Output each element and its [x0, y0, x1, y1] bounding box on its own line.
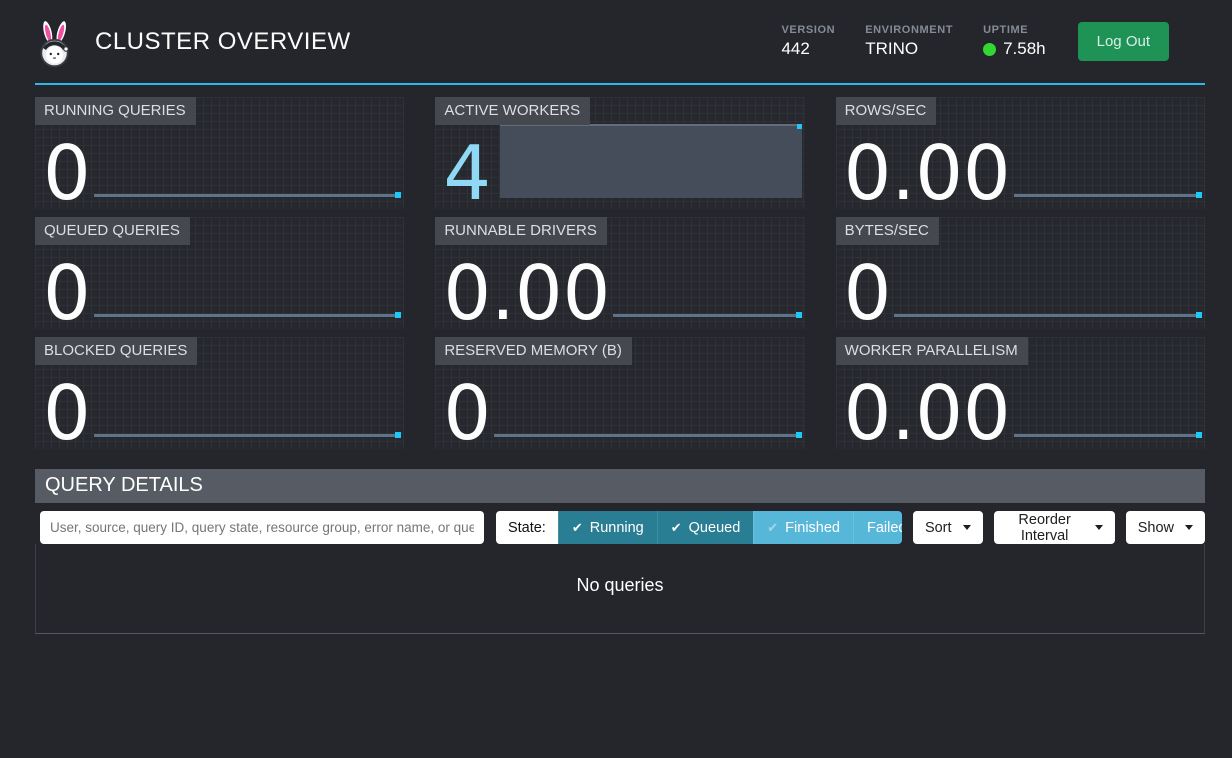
stat-card-value: 0: [844, 263, 892, 325]
sparkline-chart: [1014, 434, 1202, 437]
stat-card-label: BLOCKED QUERIES: [35, 337, 197, 365]
state-filter-button[interactable]: Failed: [853, 511, 902, 544]
header-meta: VERSION 442 ENVIRONMENT TRINO UPTIME 7.5…: [781, 24, 1045, 59]
header-meta-item: VERSION 442: [781, 24, 835, 59]
stats-grid: RUNNING QUERIES 0 ACTIVE WORKERS 4 ROWS/…: [35, 97, 1205, 449]
toolbar-dropdown-button[interactable]: Reorder Interval: [994, 511, 1115, 544]
sparkline-chart: [894, 314, 1202, 317]
caret-down-icon: [1095, 525, 1103, 530]
meta-value: 7.58h: [983, 39, 1046, 59]
stat-card: WORKER PARALLELISM 0.00: [836, 337, 1205, 449]
search-input[interactable]: [40, 511, 484, 544]
logout-button[interactable]: Log Out: [1078, 22, 1169, 61]
stat-card-label: RUNNING QUERIES: [35, 97, 196, 125]
stat-card-value: 4: [443, 143, 491, 205]
state-filter-group: State: ✔ Running ✔ Queued ✔ Finished Fai…: [496, 511, 902, 544]
query-toolbar: State: ✔ Running ✔ Queued ✔ Finished Fai…: [35, 511, 1205, 544]
stat-card: RUNNABLE DRIVERS 0.00: [435, 217, 804, 329]
stat-card: BYTES/SEC 0: [836, 217, 1205, 329]
stat-card-label: RUNNABLE DRIVERS: [435, 217, 607, 245]
stat-card-label: ACTIVE WORKERS: [435, 97, 590, 125]
stat-card-label: QUEUED QUERIES: [35, 217, 190, 245]
header-meta-item: UPTIME 7.58h: [983, 24, 1046, 59]
stat-card-value: 0.00: [844, 383, 1011, 445]
stat-card: ACTIVE WORKERS 4: [435, 97, 804, 209]
state-filter-button[interactable]: ✔ Queued: [657, 511, 754, 544]
toolbar-buttons: Sort Reorder Interval Show: [902, 511, 1205, 544]
meta-label: ENVIRONMENT: [865, 24, 953, 36]
meta-value-text: TRINO: [865, 39, 918, 59]
stat-card-value: 0.00: [844, 143, 1011, 205]
stat-card-value: 0: [43, 143, 91, 205]
header: CLUSTER OVERVIEW VERSION 442 ENVIRONMENT…: [35, 0, 1205, 85]
check-icon: ✔: [671, 520, 682, 536]
stat-card: QUEUED QUERIES 0: [35, 217, 404, 329]
stat-card-label: BYTES/SEC: [836, 217, 939, 245]
stat-card: RUNNING QUERIES 0: [35, 97, 404, 209]
query-list: No queries: [35, 544, 1205, 634]
stat-card-label: WORKER PARALLELISM: [836, 337, 1028, 365]
check-icon: ✔: [572, 520, 583, 536]
caret-down-icon: [963, 525, 971, 530]
state-filter-button[interactable]: ✔ Running: [558, 511, 657, 544]
meta-label: UPTIME: [983, 24, 1046, 36]
meta-value-text: 7.58h: [1003, 39, 1046, 59]
sparkline-chart: [500, 124, 802, 198]
meta-value: 442: [781, 39, 835, 59]
check-icon: ✔: [767, 520, 778, 536]
meta-label: VERSION: [781, 24, 835, 36]
meta-value-text: 442: [781, 39, 809, 59]
stat-card-label: ROWS/SEC: [836, 97, 937, 125]
sparkline-chart: [94, 194, 402, 197]
toolbar-dropdown-button[interactable]: Sort: [913, 511, 983, 544]
caret-down-icon: [1185, 525, 1193, 530]
stat-card: ROWS/SEC 0.00: [836, 97, 1205, 209]
uptime-status-dot: [983, 43, 996, 56]
sparkline-chart: [494, 434, 802, 437]
meta-value: TRINO: [865, 39, 953, 59]
stat-card: RESERVED MEMORY (B) 0: [435, 337, 804, 449]
stat-card: BLOCKED QUERIES 0: [35, 337, 404, 449]
sparkline-chart: [613, 314, 801, 317]
stat-card-value: 0: [43, 263, 91, 325]
sparkline-chart: [1014, 194, 1202, 197]
sparkline-chart: [94, 434, 402, 437]
page-title: CLUSTER OVERVIEW: [95, 28, 351, 56]
sparkline-chart: [94, 314, 402, 317]
page-container: CLUSTER OVERVIEW VERSION 442 ENVIRONMENT…: [35, 0, 1205, 634]
header-meta-item: ENVIRONMENT TRINO: [865, 24, 953, 59]
state-filter-label: State:: [496, 511, 558, 544]
stat-card-value: 0: [443, 383, 491, 445]
query-details-title: QUERY DETAILS: [35, 469, 1205, 503]
bunny-logo-icon[interactable]: [35, 19, 75, 69]
stat-card-label: RESERVED MEMORY (B): [435, 337, 632, 365]
stat-card-value: 0.00: [443, 263, 610, 325]
empty-queries-message: No queries: [576, 575, 663, 595]
stat-card-value: 0: [43, 383, 91, 445]
state-filter-button[interactable]: ✔ Finished: [753, 511, 853, 544]
toolbar-dropdown-button[interactable]: Show: [1126, 511, 1205, 544]
